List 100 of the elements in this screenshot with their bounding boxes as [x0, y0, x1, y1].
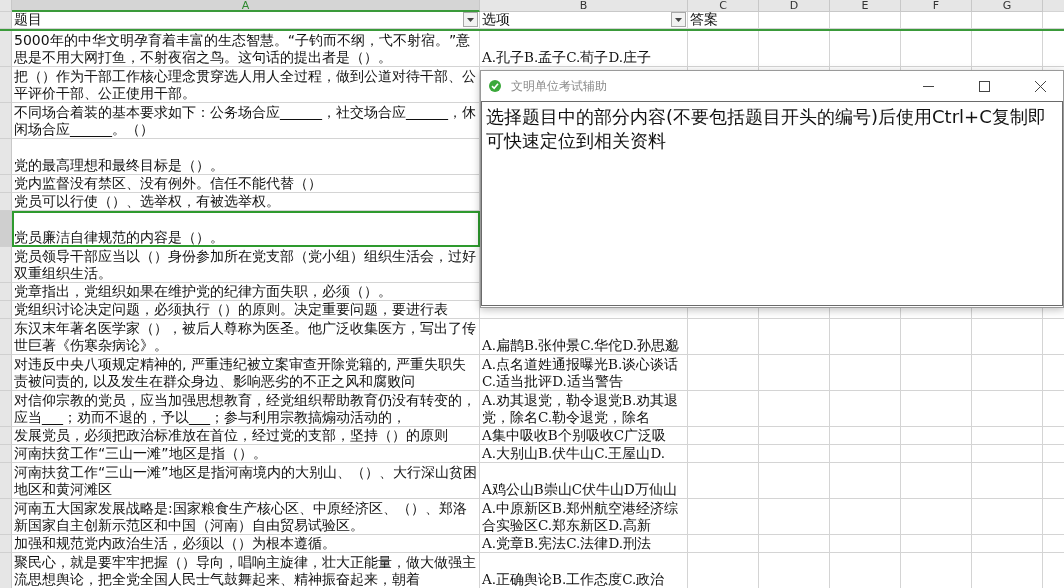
- table-cell[interactable]: [972, 391, 1043, 427]
- table-cell[interactable]: [688, 427, 759, 445]
- table-cell[interactable]: 发展党员，必须把政治标准放在首位，经过党的支部，坚持（）的原则: [12, 427, 480, 445]
- table-cell[interactable]: 聚民心，就是要牢牢把握（）导向，唱响主旋律，壮大正能量，做大做强主流思想舆论，把全党全国人民士气鼓舞起来、精神振奋起来，朝着: [12, 553, 480, 588]
- table-cell[interactable]: [688, 535, 759, 553]
- column-header[interactable]: D: [759, 0, 830, 12]
- table-cell[interactable]: [759, 31, 830, 67]
- table-cell[interactable]: [759, 355, 830, 391]
- row-header[interactable]: [0, 247, 12, 283]
- filter-dropdown-button[interactable]: [671, 12, 686, 27]
- row-header[interactable]: [0, 283, 12, 301]
- table-cell[interactable]: 题目: [12, 12, 480, 29]
- row-header[interactable]: [0, 139, 12, 175]
- row-header[interactable]: [0, 355, 12, 391]
- table-cell[interactable]: 对信仰宗教的党员，应当加强思想教育，经党组织帮助教育仍没有转变的，应当___；劝而不退的，予以___；参与利用宗教搞煽动活动的，: [12, 391, 480, 427]
- table-cell[interactable]: A.劝其退党，勒令退党B.劝其退党，除名C.勒令退党，除名: [480, 391, 688, 427]
- table-cell[interactable]: [688, 319, 759, 355]
- table-cell[interactable]: [830, 445, 901, 463]
- table-cell[interactable]: A.大别山B.伏牛山C.王屋山D.: [480, 445, 688, 463]
- table-cell[interactable]: [901, 427, 972, 445]
- table-cell[interactable]: [901, 535, 972, 553]
- table-cell[interactable]: [901, 355, 972, 391]
- table-cell[interactable]: A.中原新区B.郑州航空港经济综合实验区C.郑东新区D.高新: [480, 499, 688, 535]
- table-cell[interactable]: A鸡公山B崇山C伏牛山D万仙山: [480, 463, 688, 499]
- row-header[interactable]: [0, 103, 12, 139]
- row-header[interactable]: [0, 427, 12, 445]
- table-cell[interactable]: [901, 391, 972, 427]
- table-cell[interactable]: 河南五大国家发展战略是:国家粮食生产核心区、中原经济区、（）、郑洛新国家自主创新示范区和中国（河南）自由贸易试验区。: [12, 499, 480, 535]
- table-cell[interactable]: [830, 535, 901, 553]
- table-cell[interactable]: 党员领导干部应当以（）身份参加所在党支部（党小组）组织生活会，过好双重组织生活。: [12, 247, 480, 283]
- table-cell[interactable]: [759, 427, 830, 445]
- table-cell[interactable]: 党内监督没有禁区、没有例外。信任不能代替（）: [12, 175, 480, 193]
- row-header[interactable]: [0, 463, 12, 499]
- table-cell[interactable]: A集中吸收B个别吸收C广泛吸: [480, 427, 688, 445]
- row-header[interactable]: [0, 67, 12, 103]
- table-cell[interactable]: [972, 463, 1043, 499]
- table-cell[interactable]: [759, 535, 830, 553]
- table-cell[interactable]: [759, 463, 830, 499]
- table-cell[interactable]: [830, 12, 901, 29]
- table-cell[interactable]: [759, 319, 830, 355]
- table-cell[interactable]: [830, 391, 901, 427]
- table-cell[interactable]: [972, 319, 1043, 355]
- table-cell[interactable]: 东汉末年著名医学家（），被后人尊称为医圣。他广泛收集医方，写出了传世巨著《伤寒杂病论》。: [12, 319, 480, 355]
- table-cell[interactable]: [830, 427, 901, 445]
- row-header[interactable]: [0, 12, 12, 29]
- table-cell[interactable]: [759, 12, 830, 29]
- select-all-corner[interactable]: [0, 0, 12, 12]
- table-cell[interactable]: [830, 355, 901, 391]
- table-cell[interactable]: [759, 391, 830, 427]
- table-cell[interactable]: 5000年的中华文明孕育着丰富的生态智慧。“子钓而不纲，弋不射宿。”意思是不用大网打鱼，不射夜宿之鸟。这句话的提出者是（）。: [12, 31, 480, 67]
- table-cell[interactable]: [830, 463, 901, 499]
- column-header[interactable]: G: [972, 0, 1043, 12]
- row-header[interactable]: [0, 175, 12, 193]
- column-header[interactable]: C: [688, 0, 759, 12]
- table-cell[interactable]: 河南扶贫工作“三山一滩”地区是指河南境内的大别山、（）、大行深山贫困地区和黄河滩区: [12, 463, 480, 499]
- table-cell[interactable]: 对违反中央八项规定精神的, 严重违纪被立案审查开除党籍的, 严重失职失责被问责的, 以及发生在群众身边、影响恶劣的不正之风和腐败问: [12, 355, 480, 391]
- table-cell[interactable]: 党员可以行使（）、选举权，有被选举权。: [12, 193, 480, 211]
- table-cell[interactable]: [901, 463, 972, 499]
- row-header[interactable]: [0, 211, 12, 247]
- table-cell[interactable]: [830, 319, 901, 355]
- table-cell[interactable]: [688, 499, 759, 535]
- table-cell[interactable]: A.孔子B.孟子C.荀子D.庄子: [480, 31, 688, 67]
- table-cell[interactable]: [972, 12, 1043, 29]
- table-cell[interactable]: [688, 355, 759, 391]
- filter-dropdown-button[interactable]: [463, 12, 478, 27]
- table-cell[interactable]: 党章指出，党组织如果在维护党的纪律方面失职，必须（）。: [12, 283, 480, 301]
- table-cell[interactable]: [901, 499, 972, 535]
- table-cell[interactable]: [972, 355, 1043, 391]
- row-header[interactable]: [0, 535, 12, 553]
- table-cell[interactable]: 不同场合着装的基本要求如下：公务场合应______，社交场合应______，休闲场合应______。（）: [12, 103, 480, 139]
- row-header[interactable]: [0, 391, 12, 427]
- table-cell[interactable]: A.点名道姓通报曝光B.谈心谈话C.适当批评D.适当警告: [480, 355, 688, 391]
- table-cell[interactable]: [759, 499, 830, 535]
- table-cell[interactable]: 河南扶贫工作“三山一滩”地区是指（）。: [12, 445, 480, 463]
- table-cell[interactable]: 加强和规范党内政治生活，必须以（）为根本遵循。: [12, 535, 480, 553]
- row-header[interactable]: [0, 553, 12, 588]
- table-cell[interactable]: [688, 463, 759, 499]
- column-header[interactable]: B: [480, 0, 688, 12]
- table-cell[interactable]: [830, 499, 901, 535]
- column-header[interactable]: E: [830, 0, 901, 12]
- table-cell[interactable]: [901, 31, 972, 67]
- row-header[interactable]: [0, 499, 12, 535]
- table-cell[interactable]: [830, 31, 901, 67]
- table-cell[interactable]: 把（）作为干部工作核心理念贯穿选人用人全过程，做到公道对待干部、公平评价干部、公正使用干部。: [12, 67, 480, 103]
- row-header[interactable]: [0, 301, 12, 319]
- row-header[interactable]: [0, 319, 12, 355]
- table-cell[interactable]: 党员廉洁自律规范的内容是（）。: [12, 211, 480, 247]
- table-cell[interactable]: [972, 535, 1043, 553]
- table-cell[interactable]: [901, 445, 972, 463]
- table-cell[interactable]: [972, 31, 1043, 67]
- table-cell[interactable]: [688, 31, 759, 67]
- row-header[interactable]: [0, 193, 12, 211]
- table-cell[interactable]: A.党章B.宪法C.法律D.刑法: [480, 535, 688, 553]
- table-cell[interactable]: [972, 499, 1043, 535]
- table-cell[interactable]: A.扁鹊B.张仲景C.华佗D.孙思邈: [480, 319, 688, 355]
- row-header[interactable]: [0, 31, 12, 67]
- table-cell[interactable]: [972, 445, 1043, 463]
- table-cell[interactable]: [972, 427, 1043, 445]
- table-cell[interactable]: [901, 12, 972, 29]
- table-cell[interactable]: [759, 445, 830, 463]
